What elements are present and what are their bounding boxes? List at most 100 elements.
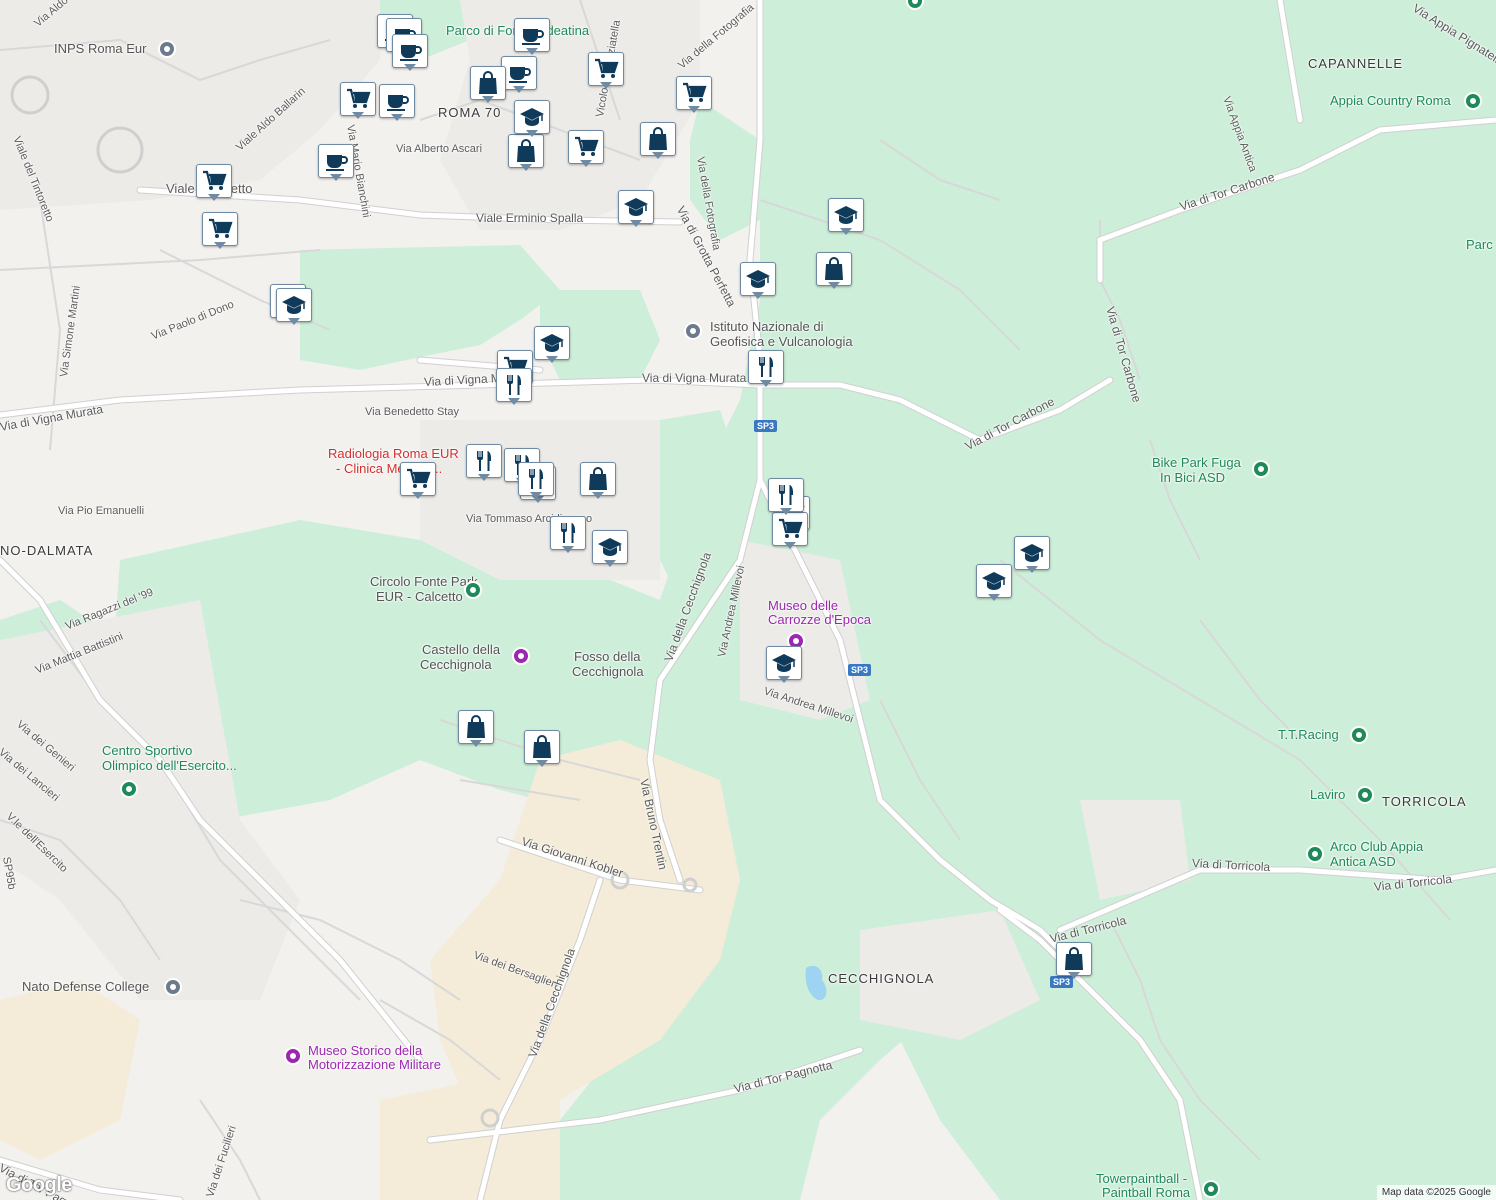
map-pin-school[interactable]	[740, 262, 776, 302]
bag-icon	[640, 122, 676, 156]
bag-icon	[470, 66, 506, 100]
poi-label-circolo-1[interactable]: Circolo Fonte Park	[370, 575, 478, 589]
sports-icon[interactable]	[1350, 726, 1368, 744]
map-pin-school[interactable]	[1014, 536, 1050, 576]
map-pin-restaurant[interactable]	[748, 350, 784, 390]
sports-icon[interactable]	[1464, 92, 1482, 110]
sports-icon[interactable]	[1252, 460, 1270, 478]
school-icon[interactable]	[164, 978, 182, 996]
map-canvas[interactable]: ROMA 70 CAPANNELLE TORRICOLA CECCHIGNOLA…	[0, 0, 1496, 1200]
restaurant-icon	[748, 350, 784, 384]
poi-label-radiologia-1[interactable]: Radiologia Roma EUR	[328, 447, 459, 461]
map-pin-bag[interactable]	[580, 462, 616, 502]
poi-label-arco-2[interactable]: Antica ASD	[1330, 855, 1396, 869]
school-icon	[534, 326, 570, 360]
map-pin-restaurant[interactable]	[466, 444, 502, 484]
sports-icon[interactable]	[464, 581, 482, 599]
map-pin-bag[interactable]	[816, 252, 852, 292]
school-icon	[976, 564, 1012, 598]
poi-label-tt[interactable]: T.T.Racing	[1278, 728, 1339, 742]
school-icon	[276, 288, 312, 322]
poi-label-museo-moto-2[interactable]: Motorizzazione Militare	[308, 1058, 441, 1072]
poi-label-tower-2[interactable]: Paintball Roma	[1102, 1186, 1190, 1200]
map-pin-cart[interactable]	[568, 130, 604, 170]
pin-tail	[526, 130, 538, 137]
restaurant-icon	[496, 368, 532, 402]
cart-icon	[400, 462, 436, 496]
poi-label-tower-1[interactable]: Towerpaintball -	[1096, 1172, 1187, 1186]
poi-label-museo-carrozze-2[interactable]: Carrozze d'Epoca	[768, 613, 871, 627]
museum-icon[interactable]	[284, 1047, 302, 1065]
map-pin-cart[interactable]	[196, 164, 232, 204]
pin-tail	[592, 492, 604, 499]
map-pin-coffee[interactable]	[514, 18, 550, 58]
map-pin-restaurant[interactable]	[550, 516, 586, 556]
pin-tail	[513, 86, 525, 93]
poi-label-appia-country[interactable]: Appia Country Roma	[1330, 94, 1451, 108]
restaurant-icon	[466, 444, 502, 478]
map-pin-bag[interactable]	[470, 66, 506, 106]
map-pin-cart[interactable]	[340, 82, 376, 122]
school-icon	[618, 190, 654, 224]
sports-icon[interactable]	[120, 780, 138, 798]
map-pin-coffee[interactable]	[392, 34, 428, 74]
map-pin-school[interactable]	[976, 564, 1012, 604]
cart-icon	[588, 52, 624, 86]
restaurant-icon	[768, 478, 804, 512]
sports-icon[interactable]	[1202, 1180, 1220, 1198]
route-shield: SP3	[754, 420, 778, 432]
map-pin-bag[interactable]	[524, 730, 560, 770]
poi-label-museo-carrozze-1[interactable]: Museo delle	[768, 599, 838, 613]
pin-tail	[688, 106, 700, 113]
map-pin-bag[interactable]	[640, 122, 676, 162]
sports-icon[interactable]	[1356, 786, 1374, 804]
map-pin-coffee[interactable]	[379, 84, 415, 124]
poi-label-circolo-2[interactable]: EUR - Calcetto	[376, 590, 463, 604]
poi-label-bike-1[interactable]: Bike Park Fuga	[1152, 456, 1241, 470]
poi-label-arco-1[interactable]: Arco Club Appia	[1330, 840, 1423, 854]
map-pin-bag[interactable]	[508, 134, 544, 174]
map-pin-cart[interactable]	[400, 462, 436, 502]
sports-icon[interactable]	[1306, 845, 1324, 863]
poi-label-museo-moto-1[interactable]: Museo Storico della	[308, 1044, 422, 1058]
poi-label-centro-1[interactable]: Centro Sportivo	[102, 744, 192, 758]
museum-icon[interactable]	[512, 647, 530, 665]
poi-label-parc[interactable]: Parc	[1466, 238, 1493, 252]
map-pin-school[interactable]	[514, 100, 550, 140]
map-pin-school[interactable]	[276, 288, 312, 328]
map-attribution[interactable]: Map data ©2025 Google	[1376, 1185, 1496, 1200]
poi-label-bike-2[interactable]: In Bici ASD	[1160, 471, 1225, 485]
map-pin-school[interactable]	[828, 198, 864, 238]
government-icon[interactable]	[158, 40, 176, 58]
poi-label-laviro[interactable]: Laviro	[1310, 788, 1345, 802]
bag-icon	[1056, 942, 1092, 976]
map-pin-restaurant[interactable]	[768, 478, 804, 518]
map-pin-restaurant[interactable]	[518, 462, 554, 502]
pin-tail	[546, 356, 558, 363]
map-pin-school[interactable]	[592, 530, 628, 570]
map-pin-cart[interactable]	[202, 212, 238, 252]
map-pin-restaurant[interactable]	[496, 368, 532, 408]
map-pin-coffee[interactable]	[501, 56, 537, 96]
map-pin-school[interactable]	[618, 190, 654, 230]
school-icon	[592, 530, 628, 564]
poi-label-nato[interactable]: Nato Defense College	[22, 980, 149, 994]
map-pin-school[interactable]	[766, 646, 802, 686]
coffee-icon	[501, 56, 537, 90]
poi-label-ingv-1[interactable]: Istituto Nazionale di	[710, 320, 823, 334]
poi-label-ingv-2[interactable]: Geofisica e Vulcanologia	[710, 335, 853, 349]
poi-label-centro-2[interactable]: Olimpico dell'Esercito...	[102, 759, 237, 773]
map-pin-bag[interactable]	[458, 710, 494, 750]
map-pin-cart[interactable]	[588, 52, 624, 92]
poi-label-castello-1[interactable]: Castello della	[422, 643, 500, 657]
poi-label-inps[interactable]: INPS Roma Eur	[54, 42, 146, 56]
government-icon[interactable]	[684, 322, 702, 340]
map-pin-coffee[interactable]	[318, 144, 354, 184]
map-pin-cart[interactable]	[676, 76, 712, 116]
map-pin-bag[interactable]	[1056, 942, 1092, 982]
pin-tail	[412, 492, 424, 499]
poi-label-castello-2[interactable]: Cecchignola	[420, 658, 492, 672]
pin-tail	[404, 64, 416, 71]
map-pin-cart[interactable]	[772, 512, 808, 552]
map-pin-school[interactable]	[534, 326, 570, 366]
